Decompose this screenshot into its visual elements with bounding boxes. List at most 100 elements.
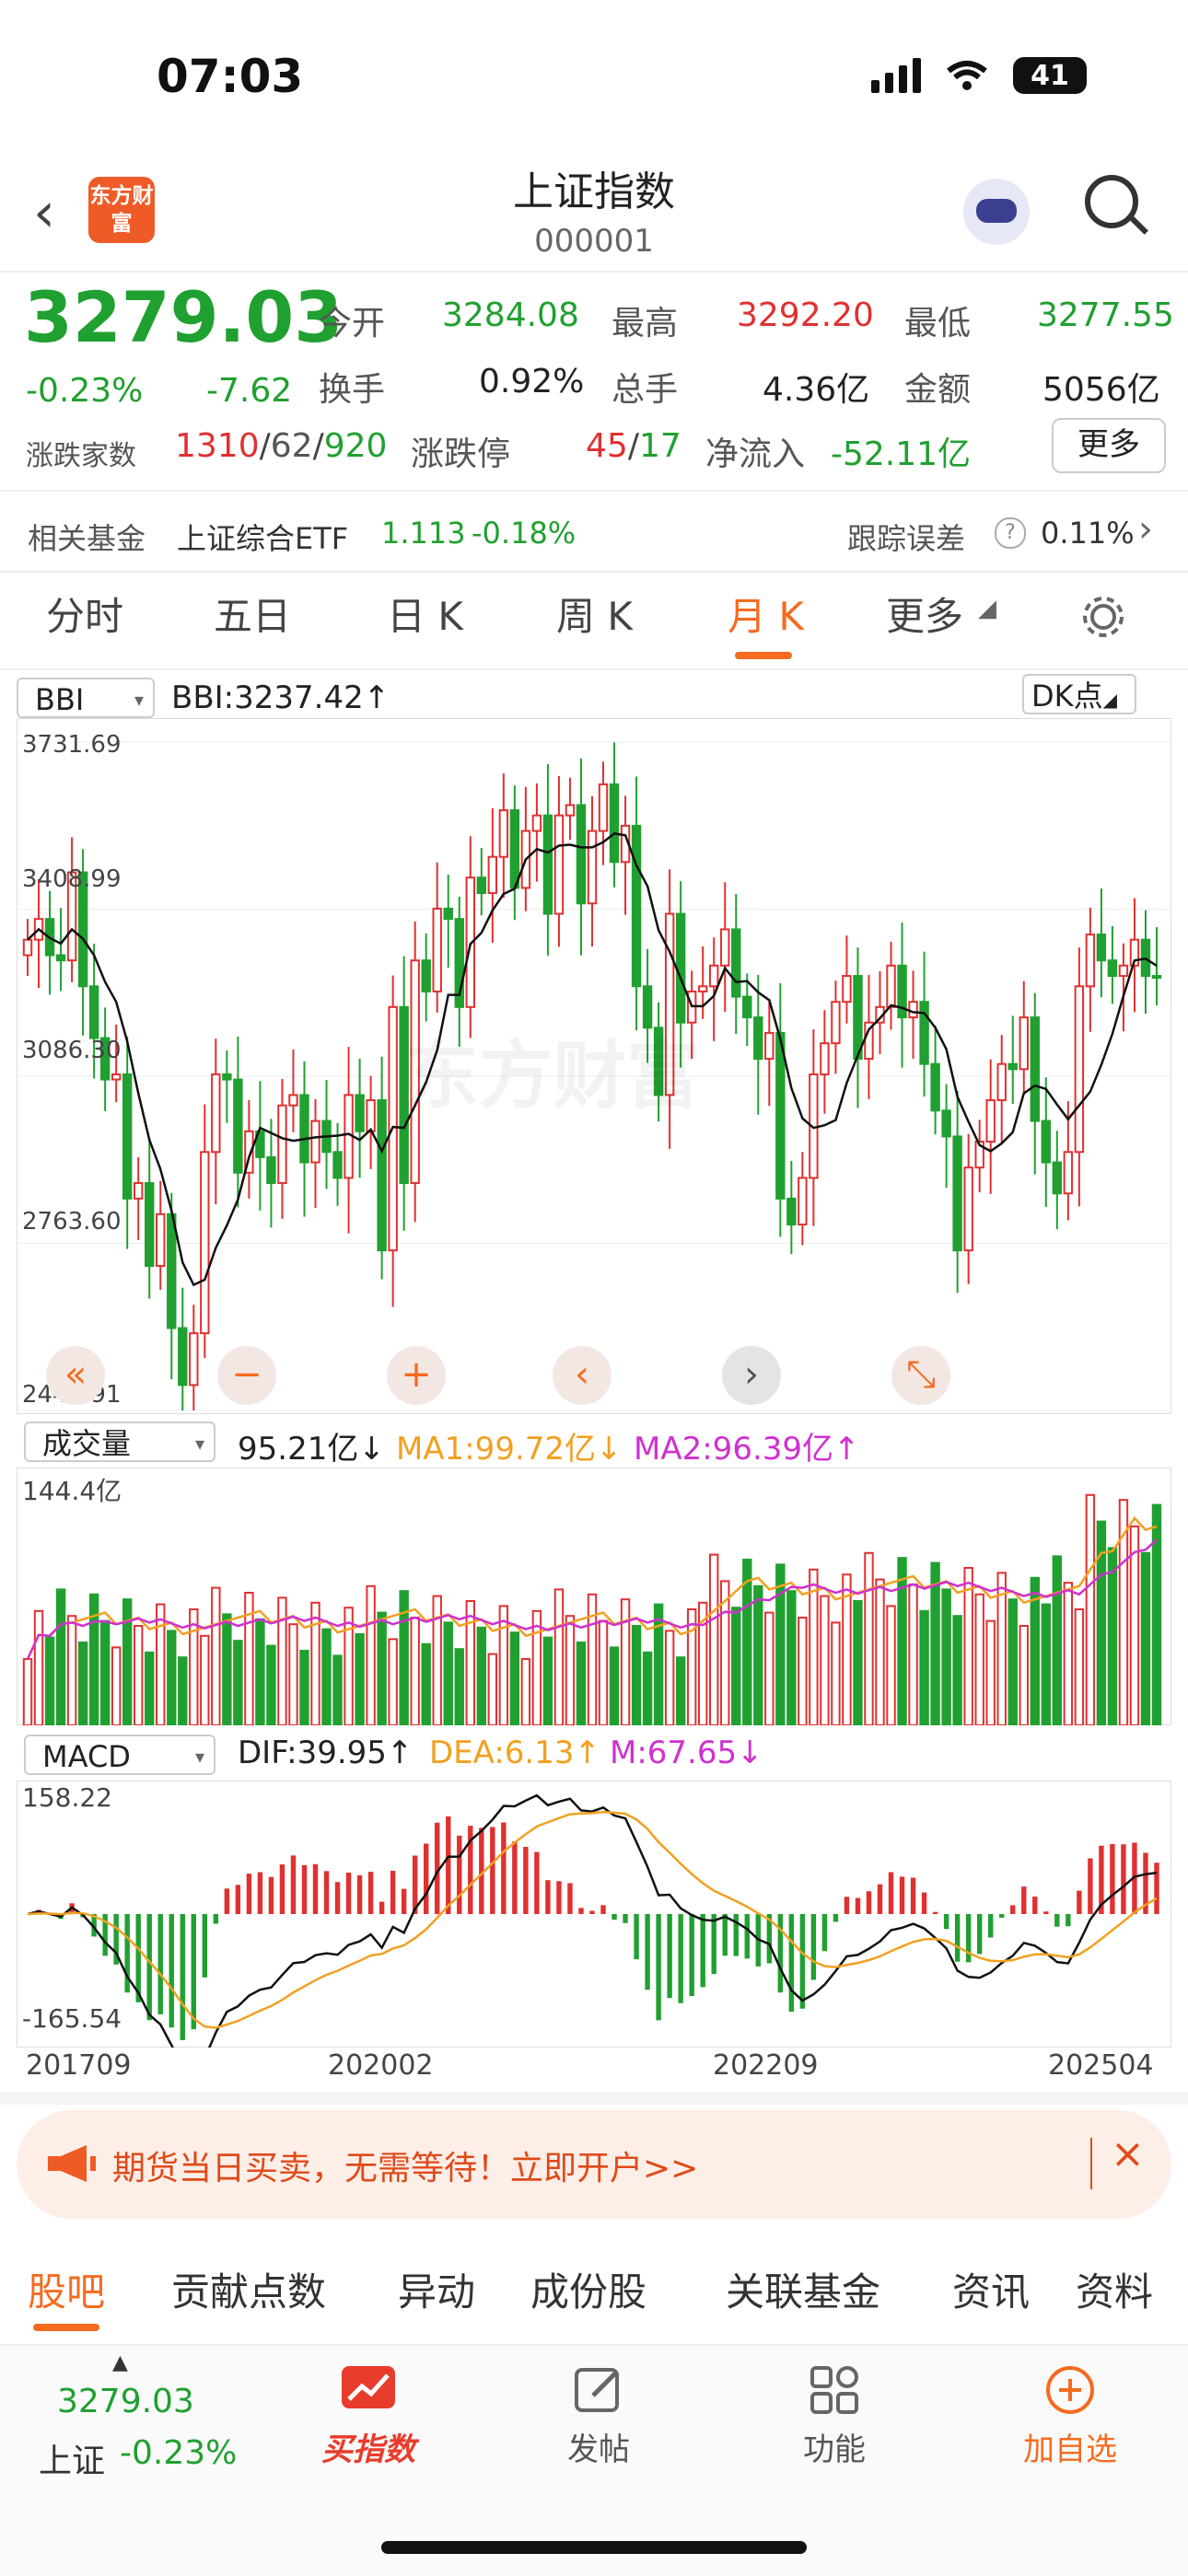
assistant-robot-icon[interactable] <box>963 179 1030 245</box>
candle-body <box>332 1151 343 1179</box>
high-label: 最高 <box>611 305 679 342</box>
candle-body <box>145 1182 155 1268</box>
bbi-value: BBI:3237.42↑ <box>171 679 390 716</box>
dk-point-label: DK点 <box>1031 679 1103 714</box>
close-icon[interactable]: × <box>1111 2130 1145 2177</box>
candle-body <box>697 985 708 992</box>
help-icon[interactable]: ? <box>995 517 1026 549</box>
tab-intraday[interactable]: 分时 <box>46 586 123 642</box>
y-tick-label: 3086.30 <box>22 1037 122 1064</box>
candle-body <box>842 975 852 1004</box>
divider <box>0 271 1188 273</box>
candle-body <box>985 1099 996 1143</box>
tab-profile[interactable]: 资料 <box>1076 2261 1153 2317</box>
promo-banner[interactable]: 期货当日买卖，无需等待！立即开户>> × <box>17 2110 1171 2219</box>
candle-body <box>675 912 686 1024</box>
nav-add-watchlist[interactable]: 加自选 <box>1007 2364 1133 2469</box>
fast-back-icon[interactable]: « <box>46 1346 105 1405</box>
nav-buy-index[interactable]: 买指数 <box>313 2364 424 2469</box>
limit-down: 17 <box>638 427 681 465</box>
volume-bar <box>167 1630 177 1725</box>
candle-body <box>355 1094 365 1132</box>
volume-bar <box>620 1598 631 1725</box>
volume-bar <box>211 1586 221 1725</box>
candle-body <box>178 1327 188 1387</box>
candle-body <box>908 1001 918 1019</box>
volume-bar <box>675 1656 686 1725</box>
indicator-selector[interactable]: BBI ▾ <box>17 678 155 718</box>
candle-body <box>1041 1120 1052 1164</box>
candle-body <box>509 809 520 889</box>
arrow-up-icon: ↑ <box>574 1735 600 1771</box>
volume-bar <box>55 1588 66 1725</box>
volume-bar <box>598 1619 609 1725</box>
tab-anomaly[interactable]: 异动 <box>398 2261 475 2317</box>
chevron-right-icon[interactable]: › <box>1138 508 1153 551</box>
macd-chart[interactable] <box>17 1781 1171 2048</box>
volume-bar <box>321 1628 332 1725</box>
macd-selector-label: MACD <box>42 1739 131 1774</box>
active-tab-indicator <box>33 2324 99 2331</box>
tab-news[interactable]: 资讯 <box>952 2261 1030 2317</box>
dk-point-button[interactable]: DK点◢ <box>1022 674 1136 714</box>
candle-body <box>211 1073 221 1154</box>
volume-bar <box>753 1584 763 1725</box>
fullscreen-icon[interactable]: ⤡ <box>891 1346 950 1405</box>
ma1-value: MA1:99.72亿↓ <box>396 1423 623 1468</box>
nav-functions[interactable]: 功能 <box>779 2364 890 2469</box>
volume-bar <box>1007 1598 1018 1725</box>
zoom-out-icon[interactable]: − <box>217 1346 276 1405</box>
volume-value-text: 95.21亿 <box>238 1431 359 1468</box>
nav-functions-label: 功能 <box>803 2431 866 2468</box>
tab-constituents[interactable]: 成份股 <box>530 2261 646 2317</box>
zoom-in-icon[interactable]: + <box>387 1346 446 1405</box>
volume-bar <box>443 1621 453 1725</box>
pan-left-icon[interactable]: ‹ <box>553 1346 611 1405</box>
volume-bar <box>1063 1582 1074 1725</box>
pan-right-icon[interactable]: › <box>722 1346 781 1405</box>
nav-post[interactable]: 发帖 <box>543 2364 654 2469</box>
volume-top-label: 144.4亿 <box>22 1476 122 1506</box>
fund-price: 1.113 <box>381 516 466 551</box>
volume-bar <box>122 1598 133 1725</box>
volume-bar <box>1041 1603 1052 1725</box>
volume-bar <box>299 1650 309 1725</box>
volume-bar <box>686 1608 697 1725</box>
candle-body <box>820 1042 830 1075</box>
tab-monthly-k[interactable]: 月 K <box>728 586 804 642</box>
nav-add-label: 加自选 <box>1023 2431 1117 2468</box>
x-tick-label: 201709 <box>26 2049 132 2082</box>
candle-body <box>432 907 442 992</box>
candle-body <box>930 1062 940 1112</box>
high-value: 3292.20 <box>737 296 874 334</box>
caret-up-icon: ▲ <box>112 2351 128 2374</box>
tab-more[interactable]: 更多 <box>886 586 963 642</box>
volume-bar <box>952 1615 962 1725</box>
tracking-error-value: 0.11% <box>1041 516 1135 551</box>
volume-bar <box>886 1605 896 1725</box>
volume-bar <box>553 1588 565 1725</box>
volume-bar <box>156 1603 166 1725</box>
m-value-text: M:67.65 <box>610 1735 738 1771</box>
period-tabs: 分时 五日 日 K 周 K 月 K 更多 ◢ <box>0 586 1188 668</box>
volume-bar <box>775 1563 786 1725</box>
turnover-label: 换手 <box>319 371 386 409</box>
nav-price[interactable]: 3279.03 <box>57 2383 194 2420</box>
tab-5day[interactable]: 五日 <box>214 586 291 642</box>
tab-contribution[interactable]: 贡献点数 <box>171 2261 326 2317</box>
dropdown-icon: ▾ <box>194 1433 204 1455</box>
tab-weekly-k[interactable]: 周 K <box>556 586 633 642</box>
tab-guba[interactable]: 股吧 <box>28 2261 105 2317</box>
candle-body <box>753 1016 763 1061</box>
tab-daily-k[interactable]: 日 K <box>387 586 463 642</box>
fund-pct: -0.18% <box>472 516 577 551</box>
fund-name[interactable]: 上证综合ETF <box>177 516 348 558</box>
tab-related-funds[interactable]: 关联基金 <box>726 2261 880 2317</box>
volume-chart[interactable] <box>17 1468 1171 1725</box>
unchanged: 62 <box>270 427 313 465</box>
more-quote-button[interactable]: 更多 <box>1052 418 1166 473</box>
settings-gear-icon[interactable] <box>1077 591 1129 643</box>
macd-selector[interactable]: MACD ▾ <box>24 1735 215 1775</box>
volume-selector[interactable]: 成交量 ▾ <box>24 1421 215 1462</box>
candle-body <box>200 1151 210 1335</box>
